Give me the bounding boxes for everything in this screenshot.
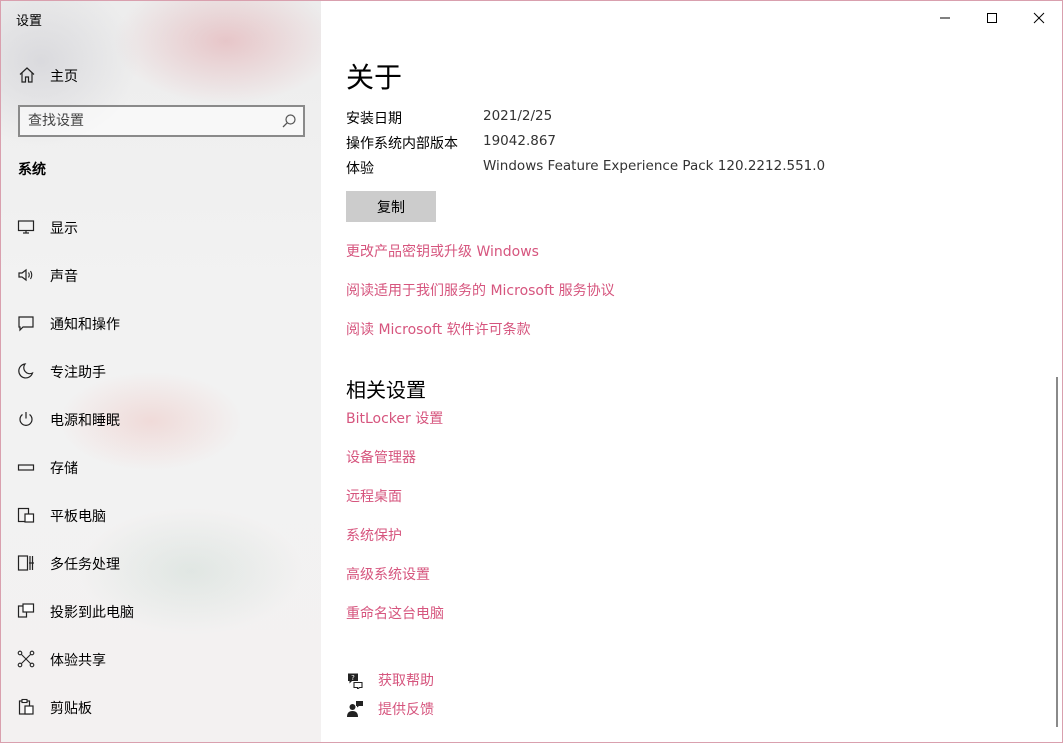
- sidebar-item-label: 声音: [50, 269, 78, 285]
- settings-window: 设置 主页 系统 显示: [0, 0, 1063, 743]
- sidebar-item-display[interactable]: 显示: [1, 207, 321, 247]
- sidebar-item-power-sleep[interactable]: 电源和睡眠: [1, 399, 321, 439]
- sidebar-item-label: 存储: [50, 461, 78, 477]
- app-title: 设置: [16, 14, 43, 29]
- tablet-icon: [17, 507, 35, 523]
- scrollbar[interactable]: [1056, 377, 1058, 727]
- microsoft-services-agreement-link[interactable]: 阅读适用于我们服务的 Microsoft 服务协议: [346, 280, 615, 300]
- remote-desktop-link[interactable]: 远程桌面: [346, 486, 402, 506]
- speaker-icon: [18, 268, 33, 282]
- sidebar-item-focus-assist[interactable]: 专注助手: [1, 351, 321, 391]
- main-content: 关于 安装日期 2021/2/25 操作系统内部版本 19042.867 体验 …: [321, 1, 1062, 742]
- get-help-link[interactable]: ? 获取帮助: [346, 669, 546, 691]
- search-input[interactable]: [28, 111, 268, 131]
- moon-icon: [18, 363, 34, 379]
- section-label-system: 系统: [18, 162, 46, 178]
- spec-key: 操作系统内部版本: [346, 136, 458, 152]
- sidebar-item-label: 通知和操作: [50, 317, 120, 333]
- sidebar-item-label: 多任务处理: [50, 557, 120, 573]
- device-manager-link[interactable]: 设备管理器: [346, 447, 416, 467]
- sidebar: 设置 主页 系统 显示: [1, 1, 321, 742]
- spec-value: 2021/2/25: [483, 108, 553, 124]
- page-title: 关于: [346, 61, 403, 94]
- spec-value: 19042.867: [483, 133, 557, 149]
- sidebar-item-sound[interactable]: 声音: [1, 255, 321, 295]
- search-icon[interactable]: [281, 113, 297, 129]
- related-settings-title: 相关设置: [346, 378, 426, 402]
- svg-text:?: ?: [351, 674, 355, 682]
- sidebar-item-label: 专注助手: [50, 365, 106, 381]
- notification-icon: [18, 316, 34, 332]
- search-box[interactable]: [18, 105, 305, 137]
- get-help-label: 获取帮助: [378, 673, 434, 689]
- feedback-icon: [347, 701, 363, 717]
- sidebar-item-tablet[interactable]: 平板电脑: [1, 495, 321, 535]
- sidebar-item-notifications[interactable]: 通知和操作: [1, 303, 321, 343]
- advanced-system-settings-link[interactable]: 高级系统设置: [346, 564, 430, 584]
- sidebar-item-clipboard[interactable]: 剪贴板: [1, 687, 321, 727]
- sidebar-item-label: 剪贴板: [50, 701, 92, 717]
- spec-row-os-build: 操作系统内部版本 19042.867: [346, 133, 1046, 153]
- sidebar-item-storage[interactable]: 存储: [1, 447, 321, 487]
- give-feedback-link[interactable]: 提供反馈: [346, 698, 546, 720]
- rename-pc-link[interactable]: 重命名这台电脑: [346, 603, 444, 623]
- sidebar-item-label: 投影到此电脑: [50, 605, 134, 621]
- bitlocker-settings-link[interactable]: BitLocker 设置: [346, 408, 443, 428]
- power-icon: [19, 412, 33, 426]
- clipboard-icon: [18, 698, 34, 715]
- spec-row-install-date: 安装日期 2021/2/25: [346, 108, 1046, 128]
- maximize-button[interactable]: [969, 1, 1015, 35]
- storage-icon: [17, 464, 35, 471]
- close-button[interactable]: [1016, 1, 1062, 35]
- help-chat-icon: ?: [348, 673, 363, 689]
- sidebar-item-label: 电源和睡眠: [50, 413, 120, 429]
- minimize-button[interactable]: [922, 1, 968, 35]
- home-nav-item[interactable]: 主页: [1, 59, 321, 91]
- project-icon: [17, 603, 35, 618]
- sidebar-item-label: 体验共享: [50, 653, 106, 669]
- sidebar-item-project-to-pc[interactable]: 投影到此电脑: [1, 591, 321, 631]
- maximize-icon: [987, 13, 997, 23]
- home-label: 主页: [50, 69, 78, 85]
- change-product-key-link[interactable]: 更改产品密钥或升级 Windows: [346, 241, 539, 261]
- software-license-terms-link[interactable]: 阅读 Microsoft 软件许可条款: [346, 319, 531, 339]
- shared-experience-icon: [17, 650, 35, 668]
- spec-key: 体验: [346, 161, 374, 177]
- copy-button[interactable]: 复制: [346, 191, 436, 222]
- spec-key: 安装日期: [346, 111, 402, 127]
- sidebar-item-multitasking[interactable]: 多任务处理: [1, 543, 321, 583]
- close-icon: [1033, 12, 1045, 24]
- minimize-icon: [940, 17, 950, 19]
- sidebar-item-label: 平板电脑: [50, 509, 106, 525]
- sidebar-item-label: 显示: [50, 221, 78, 237]
- sidebar-item-shared-experiences[interactable]: 体验共享: [1, 639, 321, 679]
- spec-row-experience: 体验 Windows Feature Experience Pack 120.2…: [346, 158, 1046, 178]
- monitor-icon: [17, 220, 35, 234]
- spec-value: Windows Feature Experience Pack 120.2212…: [483, 158, 826, 174]
- home-icon: [19, 67, 35, 83]
- multitasking-icon: [17, 555, 34, 571]
- give-feedback-label: 提供反馈: [378, 702, 434, 718]
- system-protection-link[interactable]: 系统保护: [346, 525, 402, 545]
